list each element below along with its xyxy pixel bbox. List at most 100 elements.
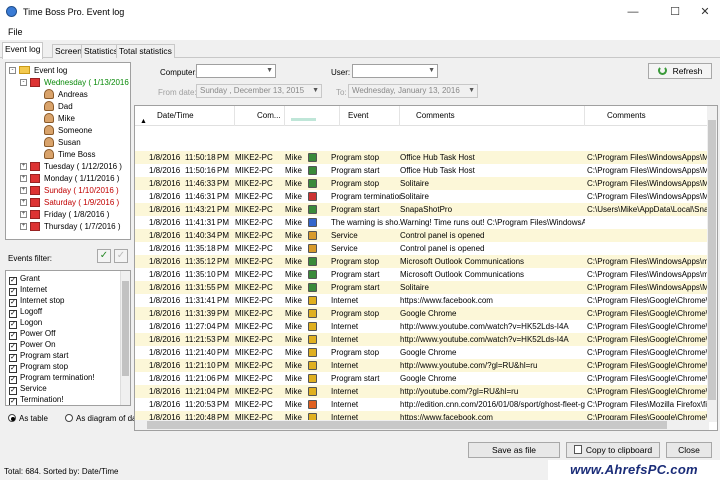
tab-total-statistics[interactable]: Total statistics xyxy=(116,44,175,58)
filter-item[interactable]: ✓ Logoff xyxy=(9,306,42,318)
table-row[interactable]: 1/8/2016 11:21:10 PM MIKE2-PC Mike Internet ht… xyxy=(135,359,709,372)
cell-user: Mike xyxy=(285,309,302,318)
cell-event: Program start xyxy=(331,166,380,175)
cell-user: Mike xyxy=(285,257,302,266)
event-type-icon xyxy=(308,218,317,227)
table-row[interactable]: 1/8/2016 11:46:33 PM MIKE2-PC Mike Program st… xyxy=(135,177,709,190)
minimize-icon[interactable]: — xyxy=(616,0,650,24)
cell-ampm: PM xyxy=(217,400,229,409)
cell-ampm: PM xyxy=(217,192,229,201)
filter-item[interactable]: ✓ Logon xyxy=(9,317,42,329)
filter-item[interactable]: ✓ Internet stop xyxy=(9,295,64,307)
collapse-icon[interactable]: - xyxy=(20,79,27,86)
tab-event-log[interactable]: Event log xyxy=(2,42,44,59)
table-row[interactable]: 1/8/2016 11:50:16 PM MIKE2-PC Mike Program st… xyxy=(135,164,709,177)
user-select[interactable]: ▼ xyxy=(352,64,438,78)
expand-icon[interactable]: + xyxy=(20,163,27,170)
save-as-file-button[interactable]: Save as file xyxy=(468,442,560,458)
cell-path: C:\Program Files\Google\Chrome\App xyxy=(587,322,709,331)
table-row[interactable]: 1/8/2016 11:41:31 PM MIKE2-PC Mike The warnin… xyxy=(135,216,709,229)
chevron-down-icon: ▼ xyxy=(428,67,435,74)
filter-item[interactable]: ✓ Program start xyxy=(9,350,68,362)
filter-item[interactable]: ✓ Power Off xyxy=(9,328,55,340)
uncheck-all-button[interactable]: ✓ xyxy=(114,249,128,263)
table-row[interactable]: 1/8/2016 11:27:04 PM MIKE2-PC Mike Internet ht… xyxy=(135,320,709,333)
table-row[interactable]: 1/8/2016 11:46:31 PM MIKE2-PC Mike Program te… xyxy=(135,190,709,203)
computer-select[interactable]: ▼ xyxy=(196,64,276,78)
expand-icon[interactable]: + xyxy=(20,175,27,182)
column-comments[interactable]: Comments xyxy=(400,106,585,126)
column-user[interactable] xyxy=(285,106,340,126)
to-date-picker[interactable]: Wednesday, January 13, 2016 ▼ xyxy=(348,84,478,98)
filter-item[interactable]: ✓ Service xyxy=(9,383,47,395)
cell-event: Program termination! xyxy=(331,192,401,201)
filter-item[interactable]: ✓ Termination! xyxy=(9,394,64,405)
cell-pc: MIKE2-PC xyxy=(235,244,273,253)
cell-date: 1/8/2016 xyxy=(149,270,181,279)
table-row[interactable]: 1/8/2016 11:35:12 PM MIKE2-PC Mike Program st… xyxy=(135,255,709,268)
table-header: ▲ Date/Time Com... Event Comments Comment… xyxy=(135,106,717,126)
event-type-icon xyxy=(308,166,317,175)
table-vertical-scrollbar[interactable] xyxy=(707,106,717,422)
table-row[interactable]: 1/8/2016 11:21:06 PM MIKE2-PC Mike Program st… xyxy=(135,372,709,385)
cell-event: Program start xyxy=(331,283,380,292)
maximize-icon[interactable]: ☐ xyxy=(658,0,692,24)
filter-item[interactable]: ✓ Power On xyxy=(9,339,56,351)
from-date-picker[interactable]: Sunday , December 13, 2015 ▼ xyxy=(196,84,322,98)
close-icon[interactable]: ✕ xyxy=(688,0,720,24)
cell-user: Mike xyxy=(285,374,302,383)
refresh-button[interactable]: Refresh xyxy=(648,63,712,79)
table-horizontal-scrollbar[interactable] xyxy=(135,420,709,430)
cell-user: Mike xyxy=(285,244,302,253)
expand-icon[interactable]: + xyxy=(20,211,27,218)
table-row[interactable]: 1/8/2016 11:50:18 PM MIKE2-PC Mike Program st… xyxy=(135,151,709,164)
column-computer[interactable]: Com... xyxy=(235,106,285,126)
event-log-tree[interactable]: - Event log - Wednesday ( 1/13/2016 ) An… xyxy=(5,62,131,240)
table-row[interactable]: 1/8/2016 11:31:55 PM MIKE2-PC Mike Program st… xyxy=(135,281,709,294)
menu-file[interactable]: File xyxy=(8,27,23,37)
table-row[interactable]: 1/8/2016 11:31:41 PM MIKE2-PC Mike Internet ht… xyxy=(135,294,709,307)
expand-icon[interactable]: + xyxy=(20,223,27,230)
copy-to-clipboard-button[interactable]: Copy to clipboard xyxy=(566,442,660,458)
table-row[interactable]: 1/8/2016 11:40:34 PM MIKE2-PC Mike Service Con… xyxy=(135,229,709,242)
table-row[interactable]: 1/8/2016 11:21:40 PM MIKE2-PC Mike Program st… xyxy=(135,346,709,359)
table-row[interactable]: 1/8/2016 11:35:10 PM MIKE2-PC Mike Program st… xyxy=(135,268,709,281)
calendar-icon xyxy=(30,186,40,195)
cell-pc: MIKE2-PC xyxy=(235,400,273,409)
cell-ampm: PM xyxy=(217,153,229,162)
filter-item[interactable]: ✓ Internet xyxy=(9,284,47,296)
table-row[interactable]: 1/8/2016 11:35:18 PM MIKE2-PC Mike Service Con… xyxy=(135,242,709,255)
close-button[interactable]: Close xyxy=(666,442,712,458)
expand-icon[interactable]: + xyxy=(20,187,27,194)
checkbox-checked-icon[interactable]: ✓ xyxy=(9,398,17,405)
cell-user: Mike xyxy=(285,283,302,292)
cell-comment: http://www.youtube.com/watch?v=HK52Lds-I… xyxy=(400,335,569,344)
event-type-icon xyxy=(308,244,317,253)
view-as-table-radio[interactable]: As table xyxy=(8,414,48,423)
column-date-time[interactable]: ▲ Date/Time xyxy=(135,106,235,126)
cell-pc: MIKE2-PC xyxy=(235,361,273,370)
filter-item[interactable]: ✓ Program termination! xyxy=(9,372,95,384)
calendar-icon xyxy=(30,162,40,171)
filter-item[interactable]: ✓ Grant xyxy=(9,273,40,285)
table-row[interactable]: 1/8/2016 11:21:04 PM MIKE2-PC Mike Internet ht… xyxy=(135,385,709,398)
cell-comment: Solitaire xyxy=(400,192,429,201)
refresh-icon xyxy=(657,66,667,75)
table-row[interactable]: 1/8/2016 11:31:39 PM MIKE2-PC Mike Program st… xyxy=(135,307,709,320)
filter-scrollbar[interactable] xyxy=(120,271,130,405)
check-all-button[interactable]: ✓ xyxy=(97,249,111,263)
expand-icon[interactable]: + xyxy=(20,199,27,206)
user-avatar-icon xyxy=(44,137,54,147)
table-row[interactable]: 1/8/2016 11:20:53 PM MIKE2-PC Mike Internet ht… xyxy=(135,398,709,411)
table-row[interactable]: 1/8/2016 11:43:21 PM MIKE2-PC Mike Program st… xyxy=(135,203,709,216)
collapse-icon[interactable]: - xyxy=(9,67,16,74)
table-row[interactable]: 1/8/2016 11:21:53 PM MIKE2-PC Mike Internet ht… xyxy=(135,333,709,346)
filter-item[interactable]: ✓ Program stop xyxy=(9,361,68,373)
cell-event: Program stop xyxy=(331,179,380,188)
cell-event: Internet xyxy=(331,387,359,396)
column-event[interactable]: Event xyxy=(340,106,400,126)
cell-pc: MIKE2-PC xyxy=(235,179,273,188)
column-comments-2[interactable]: Comments xyxy=(585,106,709,126)
view-as-diagram-radio[interactable]: As diagram of day xyxy=(65,414,140,423)
tab-statistics[interactable]: Statistics xyxy=(81,44,122,58)
